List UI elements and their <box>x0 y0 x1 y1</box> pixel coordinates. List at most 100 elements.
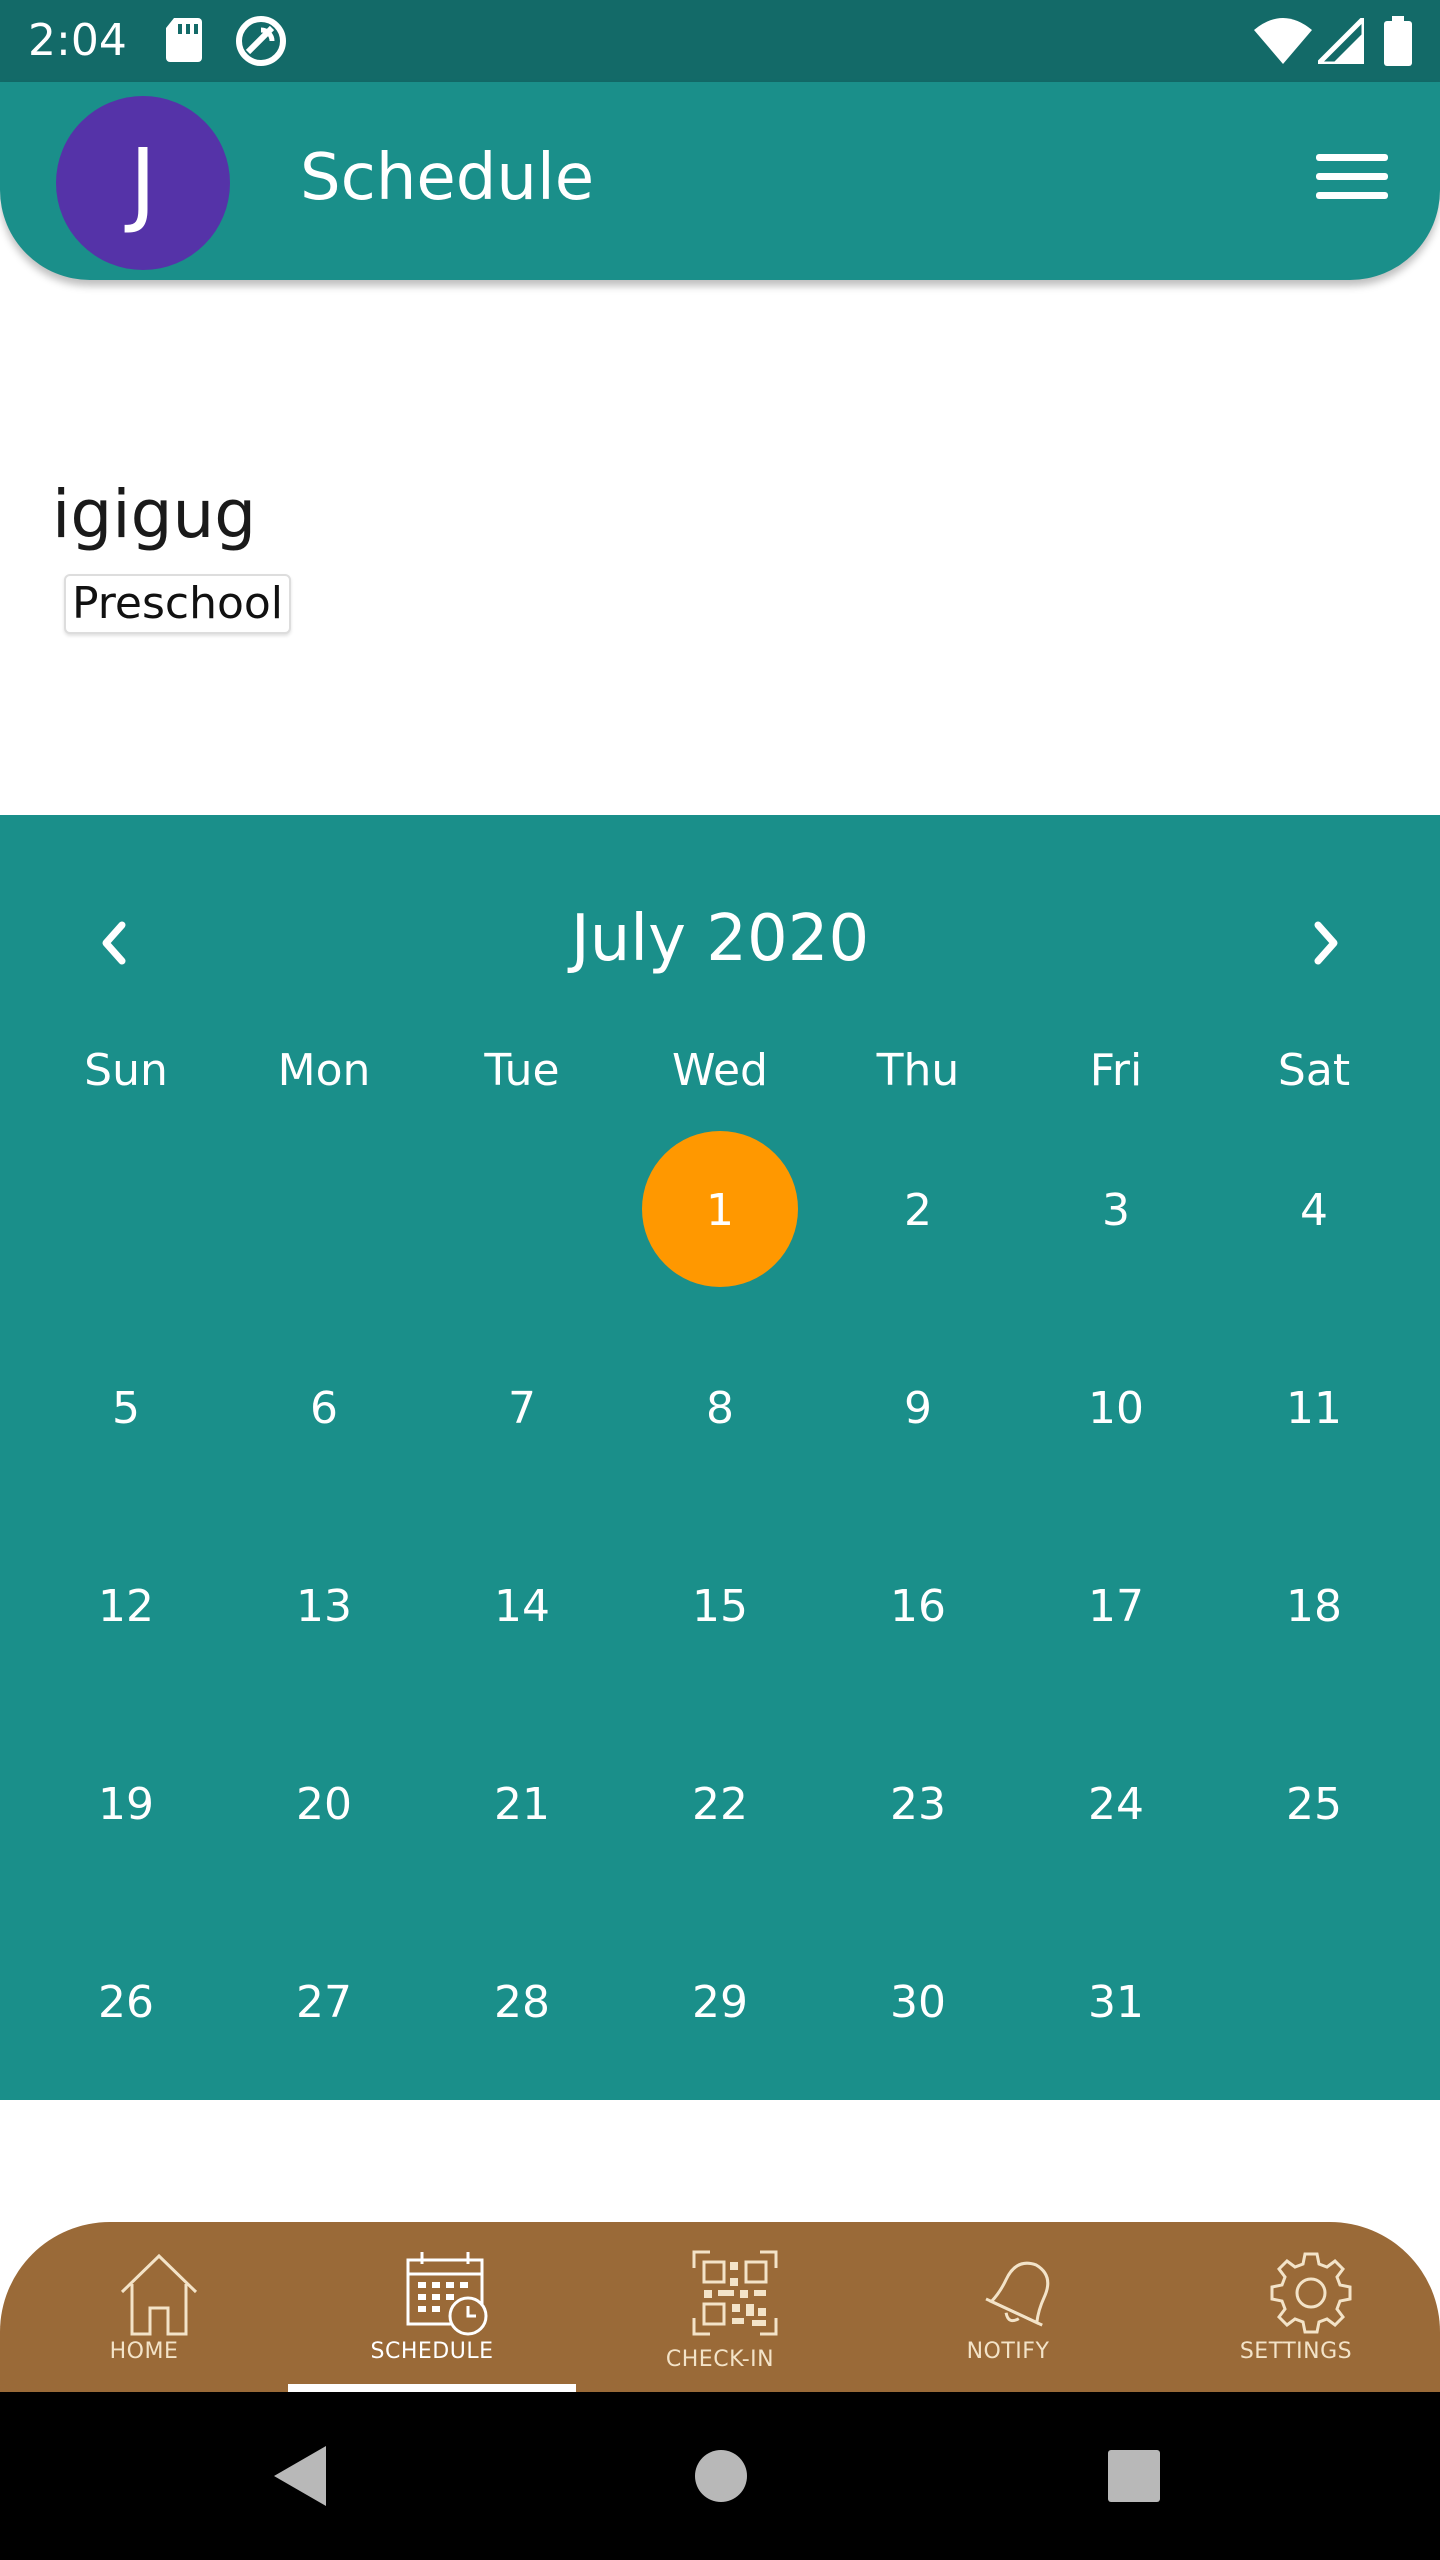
calendar-day[interactable]: 31 <box>1017 1903 1215 2101</box>
calendar-day[interactable]: 20 <box>225 1705 423 1903</box>
calendar-day-number: 2 <box>904 1184 932 1236</box>
weekday-label: Mon <box>277 1045 371 1096</box>
calendar-day-number: 10 <box>1088 1382 1144 1434</box>
calendar-day-number: 31 <box>1088 1976 1144 2028</box>
calendar-clock-icon <box>406 2252 488 2336</box>
calendar-day[interactable]: 11 <box>1215 1309 1413 1507</box>
calendar-day[interactable]: 27 <box>225 1903 423 2101</box>
calendar-empty-cell <box>423 1111 621 1309</box>
calendar-day[interactable]: 28 <box>423 1903 621 2101</box>
calendar-day[interactable]: 4 <box>1215 1111 1413 1309</box>
recents-icon[interactable] <box>1108 2450 1160 2502</box>
calendar-day[interactable]: 26 <box>27 1903 225 2101</box>
calendar-day[interactable]: 6 <box>225 1309 423 1507</box>
calendar-day-number: 7 <box>508 1382 536 1434</box>
active-tab-indicator <box>288 2384 576 2392</box>
calendar-day[interactable]: 30 <box>819 1903 1017 2101</box>
weekday-header: Sun Mon Tue Wed Thu Fri Sat <box>27 1031 1413 1111</box>
calendar-day-number: 21 <box>494 1778 550 1830</box>
back-icon[interactable] <box>270 2444 330 2508</box>
calendar-day-number: 26 <box>98 1976 154 2028</box>
calendar-day[interactable]: 2 <box>819 1111 1017 1309</box>
calendar-day-number: 27 <box>296 1976 352 2028</box>
calendar-day[interactable]: 12 <box>27 1507 225 1705</box>
calendar-empty-cell <box>1215 1903 1413 2101</box>
calendar-day-number: 20 <box>296 1778 352 1830</box>
calendar-day-number: 3 <box>1102 1184 1130 1236</box>
calendar-day-number: 29 <box>692 1976 748 2028</box>
calendar-day[interactable]: 18 <box>1215 1507 1413 1705</box>
nav-label: SCHEDULE <box>370 2339 494 2364</box>
calendar-day[interactable]: 21 <box>423 1705 621 1903</box>
calendar-day[interactable]: 24 <box>1017 1705 1215 1903</box>
class-chip: Preschool <box>64 574 292 634</box>
home-circle-icon[interactable] <box>695 2450 747 2502</box>
weekday-label: Wed <box>672 1045 768 1096</box>
calendar-day[interactable]: 5 <box>27 1309 225 1507</box>
calendar-day[interactable]: 10 <box>1017 1309 1215 1507</box>
calendar-day-number: 18 <box>1286 1580 1342 1632</box>
calendar-day[interactable]: 22 <box>621 1705 819 1903</box>
calendar-day-number: 12 <box>98 1580 154 1632</box>
calendar-day[interactable]: 19 <box>27 1705 225 1903</box>
nav-label: HOME <box>109 2339 179 2364</box>
nav-label: SETTINGS <box>1239 2339 1353 2364</box>
nav-notify[interactable]: NOTIFY <box>864 2222 1152 2392</box>
battery-icon <box>1384 16 1412 66</box>
status-time: 2:04 <box>28 15 127 66</box>
calendar-day-number: 15 <box>692 1580 748 1632</box>
system-navigation-bar <box>0 2392 1440 2560</box>
nav-schedule[interactable]: SCHEDULE <box>288 2222 576 2392</box>
app-header: J Schedule <box>0 82 1440 280</box>
calendar-day-number: 4 <box>1300 1184 1328 1236</box>
calendar-day-number: 25 <box>1286 1778 1342 1830</box>
calendar-day-number: 9 <box>904 1382 932 1434</box>
calendar-day-number: 23 <box>890 1778 946 1830</box>
gear-icon <box>1270 2252 1352 2334</box>
calendar-day-number: 11 <box>1286 1382 1342 1434</box>
calendar-day[interactable]: 13 <box>225 1507 423 1705</box>
calendar-day[interactable]: 17 <box>1017 1507 1215 1705</box>
calendar-day-grid: 1 2 3 4 5 6 7 8 9 10 11 12 13 14 15 16 17 18 19 20 21 22 23 24 2… <box>27 1111 1413 2101</box>
calendar-day-number: 24 <box>1088 1778 1144 1830</box>
qr-code-icon <box>692 2250 778 2336</box>
calendar-day-number: 6 <box>310 1382 338 1434</box>
calendar-day-number: 22 <box>692 1778 748 1830</box>
calendar-day-number: 13 <box>296 1580 352 1632</box>
child-name: igigug <box>52 476 257 553</box>
bottom-navigation: HOME SCHEDULE CHECK-IN NOTIFY SETTINGS <box>0 2222 1440 2392</box>
status-bar: 2:04 <box>0 0 1440 82</box>
chevron-right-icon[interactable] <box>1296 903 1360 983</box>
calendar-day-number: 14 <box>494 1580 550 1632</box>
bell-icon <box>985 2261 1050 2327</box>
weekday-label: Thu <box>876 1045 960 1096</box>
avatar[interactable]: J <box>56 96 230 270</box>
calendar-day-number: 16 <box>890 1580 946 1632</box>
calendar-day-number: 8 <box>706 1382 734 1434</box>
nav-settings[interactable]: SETTINGS <box>1152 2222 1440 2392</box>
calendar-day[interactable]: 23 <box>819 1705 1017 1903</box>
sd-card-icon <box>166 18 202 62</box>
calendar-day[interactable]: 3 <box>1017 1111 1215 1309</box>
calendar-day-number: 5 <box>112 1382 140 1434</box>
nav-label: CHECK-IN <box>665 2347 775 2372</box>
calendar-day[interactable]: 16 <box>819 1507 1017 1705</box>
calendar-day[interactable]: 29 <box>621 1903 819 2101</box>
calendar-day-number: 30 <box>890 1976 946 2028</box>
calendar-day-selected[interactable]: 1 <box>621 1111 819 1309</box>
weekday-label: Sun <box>84 1045 168 1096</box>
nav-check-in[interactable]: CHECK-IN <box>576 2222 864 2392</box>
hamburger-menu-icon[interactable] <box>1316 154 1388 210</box>
calendar-day[interactable]: 25 <box>1215 1705 1413 1903</box>
calendar-day[interactable]: 8 <box>621 1309 819 1507</box>
calendar-day[interactable]: 14 <box>423 1507 621 1705</box>
sync-icon <box>236 16 286 66</box>
nav-home[interactable]: HOME <box>0 2222 288 2392</box>
calendar-day[interactable]: 9 <box>819 1309 1017 1507</box>
calendar-day[interactable]: 7 <box>423 1309 621 1507</box>
page-title: Schedule <box>300 141 595 215</box>
calendar-day-number: 28 <box>494 1976 550 2028</box>
calendar-day-number: 17 <box>1088 1580 1144 1632</box>
calendar-day[interactable]: 15 <box>621 1507 819 1705</box>
calendar-month-title: July 2020 <box>570 902 870 976</box>
